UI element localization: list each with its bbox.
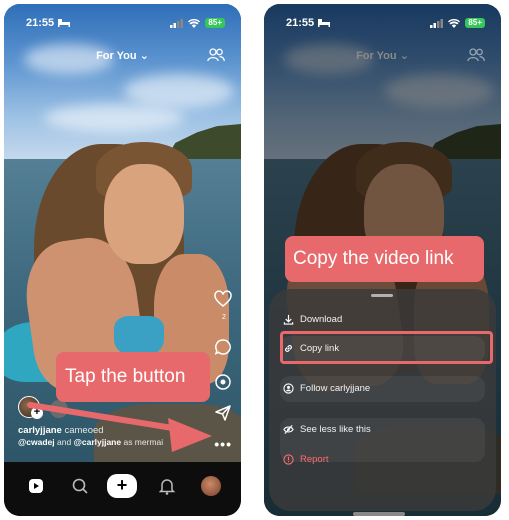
cameo-line: @cwadej and @carlyjjane as mermai — [18, 437, 164, 447]
cameo-user-1[interactable]: @cwadej — [18, 437, 55, 447]
copy-link-highlight — [280, 331, 493, 364]
battery-indicator: 85+ — [465, 18, 485, 28]
search-icon[interactable] — [70, 476, 90, 496]
wifi-icon — [448, 18, 461, 28]
status-bar: 21:55 85+ — [264, 17, 501, 33]
follow-plus-icon[interactable]: + — [31, 407, 43, 419]
more-options-button[interactable]: ••• — [214, 436, 232, 452]
instruction-callout-copy: Copy the video link — [285, 236, 484, 282]
share-icon[interactable] — [214, 404, 232, 422]
creator-username[interactable]: carlyjjane — [18, 425, 62, 436]
like-count: 2 — [222, 314, 226, 321]
sleep-focus-icon — [318, 19, 330, 27]
bottom-tab-bar: + — [4, 462, 241, 516]
sheet-grabber[interactable] — [371, 294, 393, 297]
status-bar: 21:55 85+ — [4, 17, 241, 33]
instruction-callout-tap: Tap the button — [56, 352, 210, 402]
comment-icon[interactable] — [214, 338, 232, 356]
eye-off-icon — [283, 424, 294, 434]
download-icon — [283, 314, 294, 325]
remix-icon[interactable] — [214, 373, 232, 391]
caption[interactable]: carlyjjane cameoed — [18, 425, 104, 436]
phone-screen-feed: 21:55 85+ For You ⌄ 2 + carlyjjane cameo… — [4, 4, 241, 516]
see-less-button[interactable]: See less like this — [283, 417, 371, 441]
report-button[interactable]: Report — [283, 447, 329, 471]
home-icon[interactable] — [26, 476, 46, 496]
status-time: 21:55 — [26, 17, 55, 29]
chevron-down-icon: ⌄ — [139, 50, 149, 62]
feed-selector: For You ⌄ — [356, 50, 409, 62]
status-time: 21:55 — [286, 17, 315, 29]
wifi-icon — [188, 18, 201, 28]
follow-icon — [283, 382, 294, 394]
cameo-avatar[interactable] — [50, 400, 68, 418]
cameo-user-2[interactable]: @carlyjjane — [74, 437, 122, 447]
heart-icon[interactable] — [214, 290, 232, 308]
notifications-icon[interactable] — [157, 476, 177, 496]
friends-icon[interactable] — [207, 48, 225, 62]
download-button[interactable]: Download — [283, 307, 342, 331]
signal-icon — [170, 18, 184, 28]
chevron-down-icon: ⌄ — [399, 50, 409, 62]
sleep-focus-icon — [58, 19, 70, 27]
share-sheet: Download Copy link Follow carlyjjane See… — [269, 289, 496, 511]
create-button[interactable]: + — [107, 474, 137, 498]
friends-icon — [467, 48, 485, 62]
feed-selector[interactable]: For You ⌄ — [4, 49, 241, 62]
signal-icon — [430, 18, 444, 28]
caption-verb: cameoed — [64, 425, 104, 436]
report-icon — [283, 453, 294, 465]
battery-indicator: 85+ — [205, 18, 225, 28]
home-indicator — [353, 512, 405, 516]
follow-button[interactable]: Follow carlyjjane — [283, 376, 370, 400]
profile-avatar[interactable] — [201, 476, 221, 496]
